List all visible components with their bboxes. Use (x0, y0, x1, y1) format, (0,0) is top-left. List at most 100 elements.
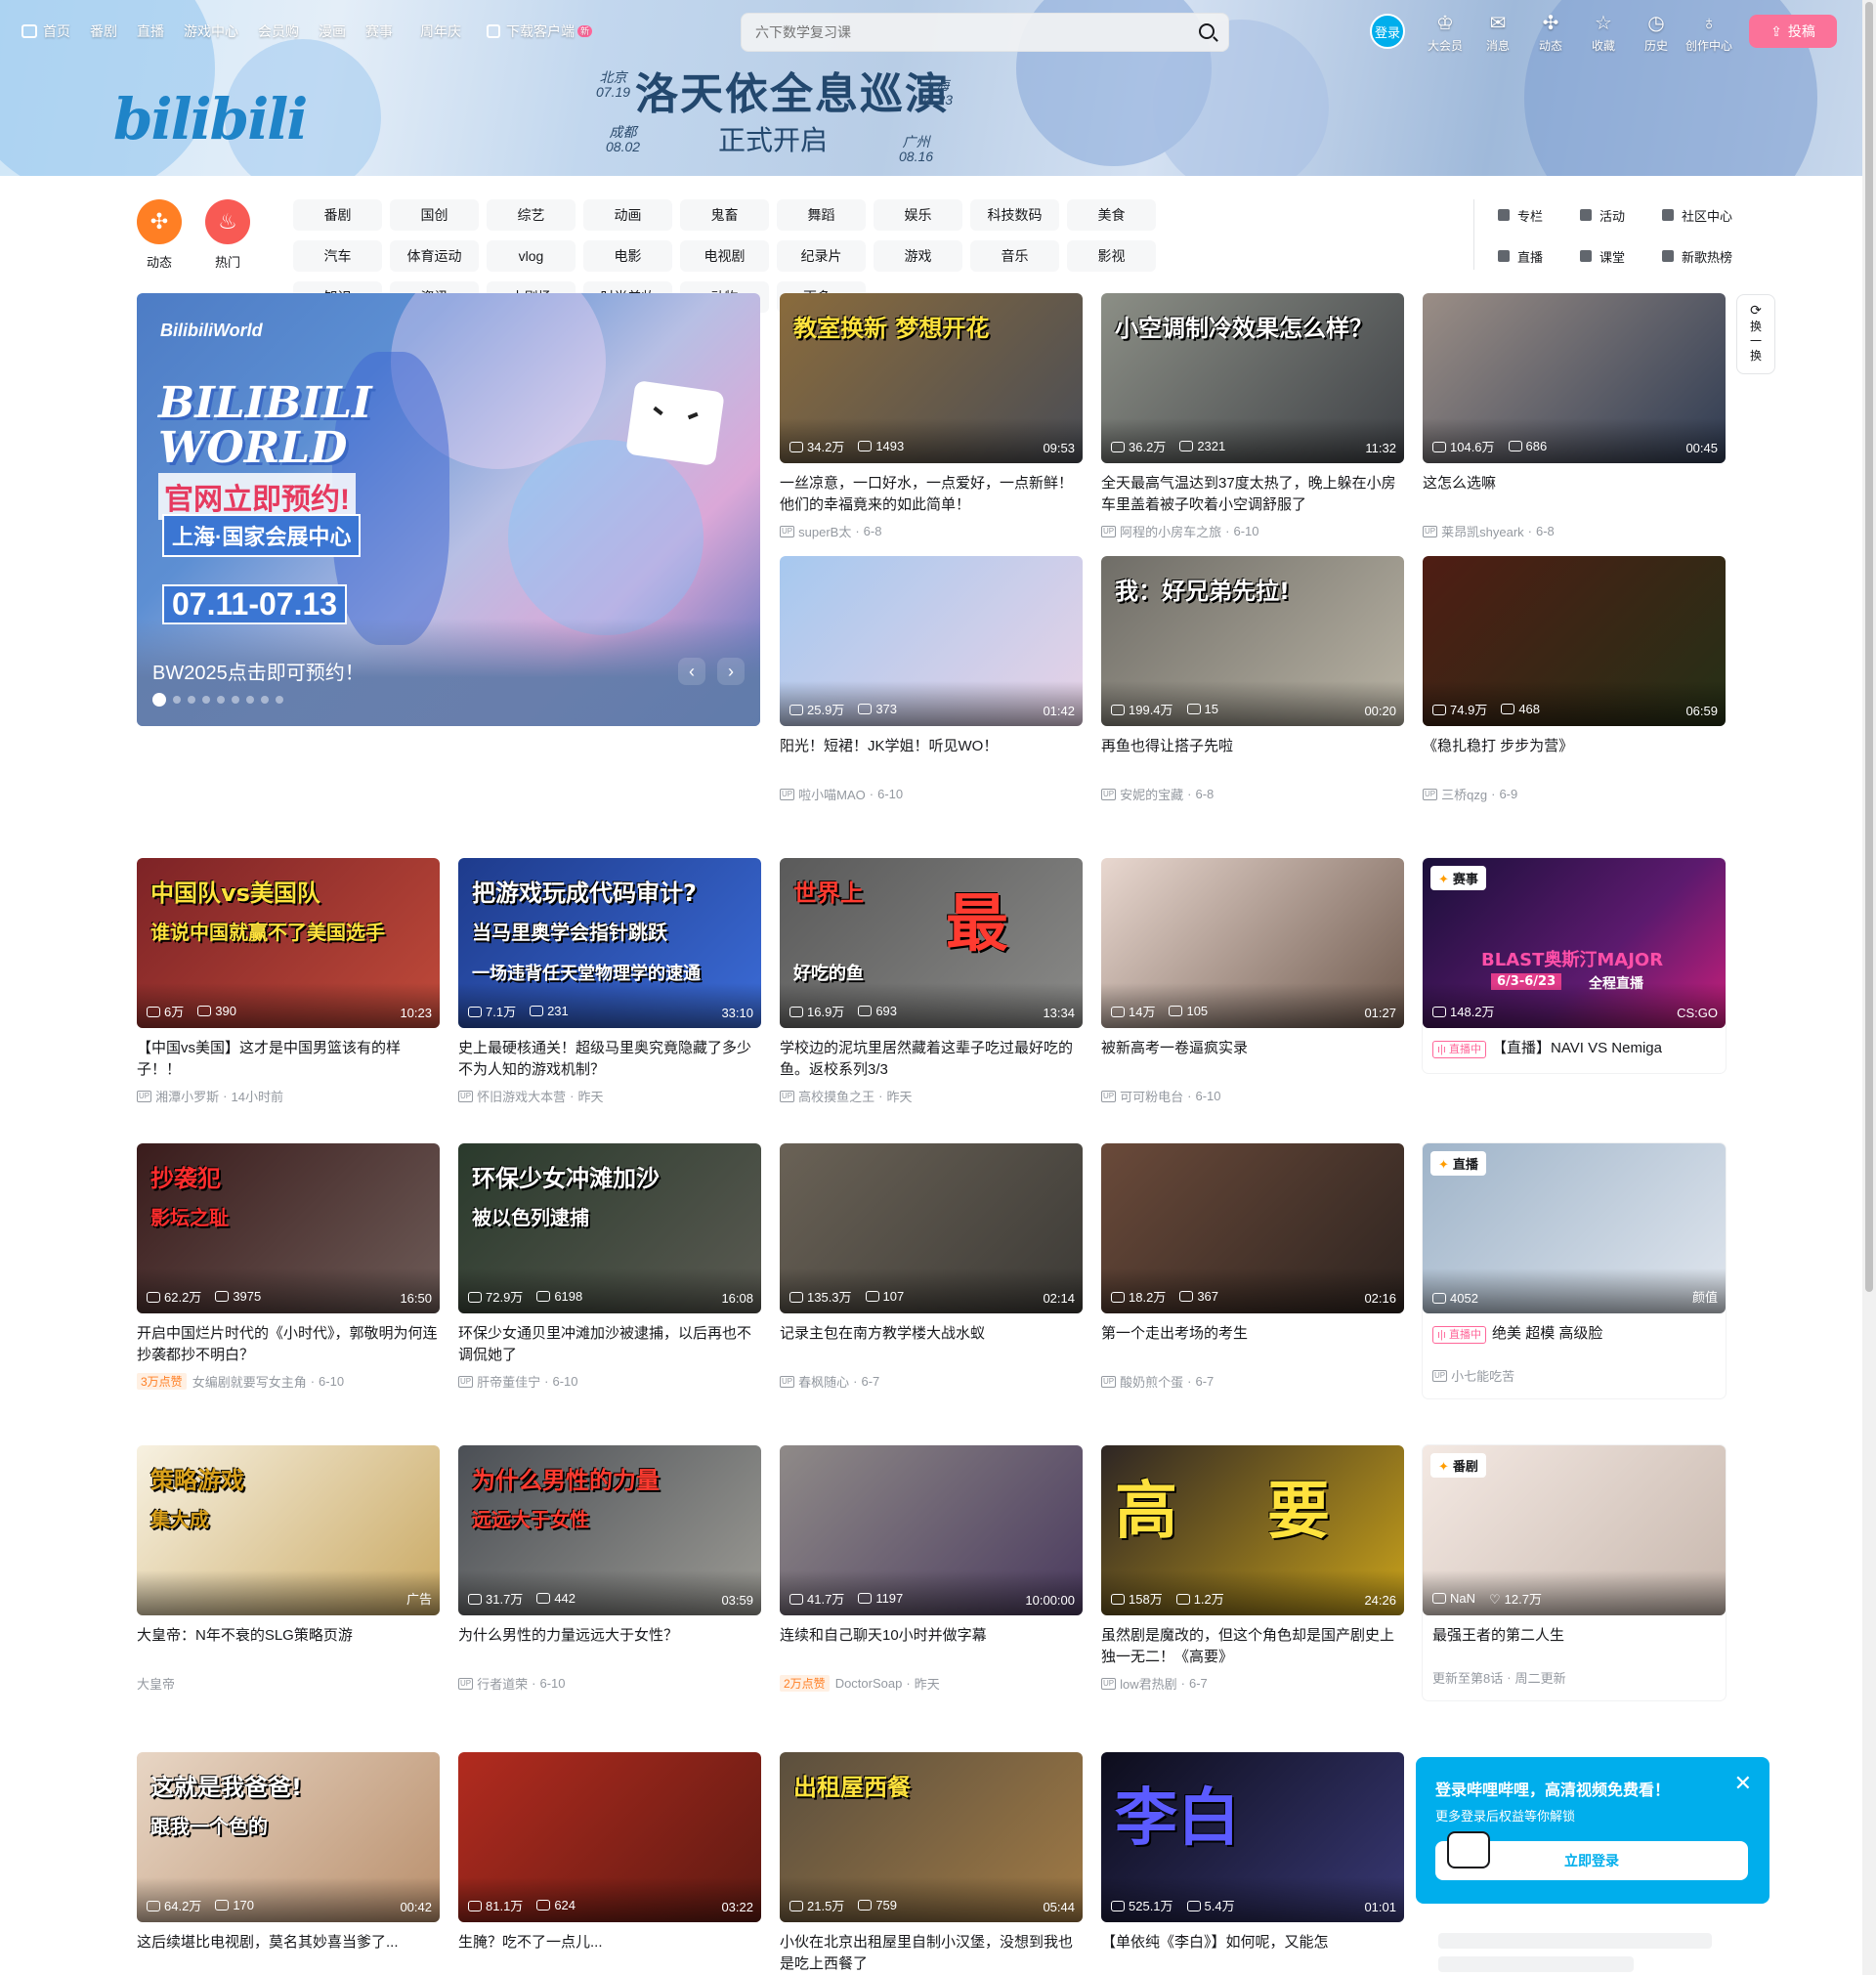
channel-tag[interactable]: 音乐 (970, 240, 1059, 272)
video-thumbnail[interactable]: 中国队vs美国队 谁说中国就赢不了美国选手 6万 390 10:23 (137, 858, 440, 1028)
special-title[interactable]: ı|ı 直播中 绝美 超模 高级脸 (1432, 1323, 1716, 1345)
nav-mall[interactable]: 会员购 (258, 21, 299, 41)
channel-tag[interactable]: 国创 (390, 199, 479, 231)
channel-tag[interactable]: 体育运动 (390, 240, 479, 272)
channel-tag[interactable]: 电视剧 (680, 240, 769, 272)
carousel-dot[interactable] (188, 696, 195, 704)
video-card[interactable]: 我：好兄弟先拉! 199.4万 15 00:20 再鱼也得让搭子先啦 UP 安妮的宝藏 · 6… (1101, 556, 1404, 803)
video-thumbnail[interactable]: 把游戏玩成代码审计? 当马里奥学会指针跳跃 一场违背任天堂物理学的速通 7.1万 231… (458, 858, 761, 1028)
carousel-next-button[interactable]: › (717, 658, 745, 685)
video-title[interactable]: 被新高考一卷逼疯实录 (1101, 1038, 1404, 1081)
video-author[interactable]: 行者道荣 (477, 1674, 528, 1693)
video-thumbnail[interactable]: 135.3万 107 02:14 (780, 1143, 1083, 1313)
carousel-dot[interactable] (276, 696, 283, 704)
video-card[interactable]: 104.6万 686 00:45 这怎么选嘛 UP 莱昂凯shyeark · 6-8 (1423, 293, 1726, 540)
channel-tag[interactable]: 综艺 (487, 199, 576, 231)
search-input[interactable] (742, 14, 1172, 51)
carousel-dot[interactable] (261, 696, 269, 704)
carousel-title[interactable]: BW2025点击即可预约！ (152, 657, 364, 685)
video-card[interactable]: 把游戏玩成代码审计? 当马里奥学会指针跳跃 一场违背任天堂物理学的速通 7.1万 231… (458, 858, 761, 1105)
login-avatar-button[interactable]: 登录 (1370, 14, 1405, 49)
video-thumbnail[interactable]: 环保少女冲滩加沙 被以色列逮捕 72.9万 6198 16:08 (458, 1143, 761, 1313)
video-card[interactable]: 135.3万 107 02:14 记录主包在南方教学楼大战水蚁 UP 春枫随心 · 6-7 (780, 1143, 1083, 1391)
side-link-live[interactable]: 直播 (1498, 244, 1574, 268)
nav-game-center[interactable]: 游戏中心 (184, 21, 238, 41)
video-thumbnail[interactable]: 世界上 最好吃的鱼 16.9万 693 13:34 (780, 858, 1083, 1028)
special-card[interactable]: ✦ 番剧 NaN ♡ 12.7万 最强王者的第二人生 更新至第8话 · 周二更新 (1423, 1445, 1726, 1700)
carousel-dot[interactable] (246, 696, 254, 704)
video-title[interactable]: 再鱼也得让搭子先啦 (1101, 736, 1404, 779)
video-card[interactable]: 中国队vs美国队 谁说中国就赢不了美国选手 6万 390 10:23 【中国vs美国】这… (137, 858, 440, 1105)
video-author[interactable]: 肝帝董佳宁 (477, 1372, 540, 1391)
search-icon[interactable] (1199, 23, 1215, 39)
video-title[interactable]: 一丝凉意，一口好水，一点爱好，一点新鲜！他们的幸福竟来的如此简单！ (780, 473, 1083, 516)
side-link-activity[interactable]: 活动 (1580, 203, 1656, 227)
video-title[interactable]: 《稳扎稳打 步步为营》 (1423, 736, 1726, 779)
video-thumbnail[interactable]: ✦ 直播 4052 颜值 (1423, 1143, 1726, 1313)
video-author[interactable]: 春枫随心 (798, 1372, 849, 1391)
channel-tag[interactable]: 纪录片 (777, 240, 866, 272)
side-link-course[interactable]: 课堂 (1580, 244, 1656, 268)
channel-tag[interactable]: 科技数码 (970, 199, 1059, 231)
video-thumbnail[interactable]: 抄袭犯 影坛之耻 62.2万 3975 16:50 (137, 1143, 440, 1313)
nav-manga[interactable]: 漫画 (319, 21, 346, 41)
video-thumbnail[interactable]: 74.9万 468 06:59 (1423, 556, 1726, 726)
video-author[interactable]: 啦小喵MAO (798, 785, 866, 803)
special-title[interactable]: ı|ı 直播中 【直播】NAVI VS Nemiga (1432, 1038, 1716, 1059)
video-card[interactable]: 环保少女冲滩加沙 被以色列逮捕 72.9万 6198 16:08 环保少女通贝里冲滩加沙… (458, 1143, 761, 1391)
channel-tag[interactable]: 鬼畜 (680, 199, 769, 231)
nav-creator-center[interactable]: ♁ 创作中心 (1683, 12, 1735, 54)
video-card[interactable]: 世界上 最好吃的鱼 16.9万 693 13:34 学校边的泥坑里居然藏着这辈子吃过最好… (780, 858, 1083, 1105)
special-card[interactable]: ✦ 直播 4052 颜值 ı|ı 直播中 绝美 超模 高级脸 UP 小七能吃苦 (1423, 1143, 1726, 1398)
channel-tag[interactable]: 动画 (583, 199, 672, 231)
video-author[interactable]: 小七能吃苦 (1451, 1366, 1514, 1385)
channel-tag[interactable]: vlog (487, 240, 576, 272)
video-title[interactable]: 阳光！短裙！JK学姐！听见WO！ (780, 736, 1083, 779)
video-thumbnail[interactable]: 14万 105 01:27 (1101, 858, 1404, 1028)
video-title[interactable]: 连续和自己聊天10小时并做字幕 (780, 1625, 1083, 1668)
nav-bangumi[interactable]: 番剧 (90, 21, 117, 41)
video-title[interactable]: 【中国vs美国】这才是中国男篮该有的样子！！ (137, 1038, 440, 1081)
video-card[interactable]: 李白 525.1万 5.4万 01:01 【单依纯《李白》】如何呢，又能怎 (1101, 1752, 1404, 1975)
video-card[interactable]: 74.9万 468 06:59 《稳扎稳打 步步为营》 UP 三桥qzg · 6-9 (1423, 556, 1726, 803)
video-card[interactable]: 41.7万 1197 10:00:00 连续和自己聊天10小时并做字幕 2万点赞 Doc… (780, 1445, 1083, 1693)
video-title[interactable]: 这后续堪比电视剧，莫名其妙喜当爹了... (137, 1932, 440, 1975)
video-thumbnail[interactable]: ✦ 番剧 NaN ♡ 12.7万 (1423, 1445, 1726, 1615)
video-thumbnail[interactable]: 小空调制冷效果怎么样？ 36.2万 2321 11:32 (1101, 293, 1404, 463)
video-thumbnail[interactable]: 教室换新 梦想开花 34.2万 1493 09:53 (780, 293, 1083, 463)
carousel-dot[interactable] (217, 696, 225, 704)
video-card[interactable]: 25.9万 373 01:42 阳光！短裙！JK学姐！听见WO！ UP 啦小喵MAO · 6… (780, 556, 1083, 803)
video-card[interactable]: 81.1万 624 03:22 生腌？吃不了一点儿... (458, 1752, 761, 1975)
video-author[interactable]: 湘潭小罗斯 (155, 1087, 219, 1105)
video-thumbnail[interactable]: 81.1万 624 03:22 (458, 1752, 761, 1922)
side-link-music-chart[interactable]: 新歌热榜 (1662, 244, 1738, 268)
side-link-community[interactable]: 社区中心 (1662, 203, 1738, 227)
video-author[interactable]: 高校摸鱼之王 (798, 1087, 874, 1105)
nav-download-client[interactable]: 下载客户端新 (487, 21, 593, 41)
hot-circle-button[interactable]: ♨ (205, 199, 250, 244)
video-title[interactable]: 小伙在北京出租屋里自制小汉堡，没想到我也是吃上西餐了 (780, 1932, 1083, 1975)
video-thumbnail[interactable]: 我：好兄弟先拉! 199.4万 15 00:20 (1101, 556, 1404, 726)
video-author[interactable]: 可可粉电台 (1120, 1087, 1183, 1105)
video-title[interactable]: 这怎么选嘛 (1423, 473, 1726, 516)
video-thumbnail[interactable]: 25.9万 373 01:42 (780, 556, 1083, 726)
bilibili-logo[interactable]: bilibili (113, 86, 308, 152)
video-title[interactable]: 生腌？吃不了一点儿... (458, 1932, 761, 1975)
video-title[interactable]: 虽然剧是魔改的，但这个角色却是国产剧史上独一无二！《高要》 (1101, 1625, 1404, 1668)
video-author[interactable]: 莱昂凯shyeark (1441, 522, 1524, 540)
video-author[interactable]: 女编剧就要写女主角 (192, 1372, 307, 1391)
carousel-dot[interactable] (202, 696, 210, 704)
video-author[interactable]: 酸奶煎个蛋 (1120, 1372, 1183, 1391)
video-card[interactable]: 抄袭犯 影坛之耻 62.2万 3975 16:50 开启中国烂片时代的《小时代》，郭敬明… (137, 1143, 440, 1391)
carousel-dot[interactable] (173, 696, 181, 704)
channel-tag[interactable]: 娱乐 (874, 199, 962, 231)
video-title[interactable]: 【单依纯《李白》】如何呢，又能怎 (1101, 1932, 1404, 1975)
video-thumbnail[interactable]: 104.6万 686 00:45 (1423, 293, 1726, 463)
nav-home[interactable]: 首页 (21, 21, 70, 41)
video-thumbnail[interactable]: 李白 525.1万 5.4万 01:01 (1101, 1752, 1404, 1922)
video-author[interactable]: 阿程的小房车之旅 (1120, 522, 1221, 540)
video-card[interactable]: 高 要 158万 1.2万 24:26 虽然剧是魔改的，但这个角色却是国产剧史上独一无二… (1101, 1445, 1404, 1693)
video-author[interactable]: 安妮的宝藏 (1120, 785, 1183, 803)
video-author[interactable]: low君热剧 (1120, 1674, 1177, 1693)
video-thumbnail[interactable]: 策略游戏 集大成 广告 (137, 1445, 440, 1615)
